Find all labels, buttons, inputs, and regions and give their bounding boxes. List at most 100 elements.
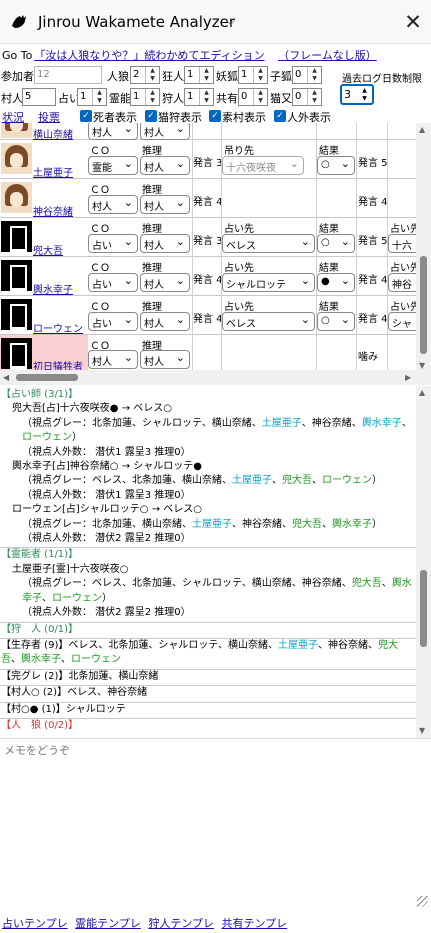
past-log-label: 過去ログ日数制限 <box>342 74 422 85</box>
medium-stepper[interactable]: 1 ▲ ▼ <box>130 88 160 106</box>
target-select-2[interactable]: 神谷 <box>388 273 416 292</box>
goto-link-main[interactable]: 「汝は人狼なりや？」続わかめてエディション <box>34 49 264 62</box>
grid-horizontal-scrollbar[interactable]: ◀ ▶ <box>0 370 416 385</box>
show-nonhuman-checkbox[interactable]: ✓ <box>274 110 286 122</box>
show-cat-hunter-checkbox[interactable]: ✓ <box>145 110 157 122</box>
fox-child-label: 子狐 <box>270 70 292 83</box>
target-select[interactable]: 十六夜咲夜 <box>222 156 304 175</box>
avatar <box>1 338 32 370</box>
grid-vertical-scrollbar[interactable]: ▲ ▼ <box>416 123 431 385</box>
hunter-template-link[interactable]: 狩人テンプレ <box>148 917 214 930</box>
speech-count-2: 発言 4 <box>358 275 388 286</box>
co-select[interactable]: 占い <box>88 234 138 253</box>
co-select[interactable]: 村人 <box>88 195 138 214</box>
seer-template-link[interactable]: 占いテンプレ <box>2 917 68 930</box>
seer-claim-line: 兜大吾[占]十六夜咲夜● → ベレス○ <box>12 403 172 415</box>
scroll-thumb[interactable] <box>420 570 427 647</box>
co-select[interactable]: 占い <box>88 312 138 331</box>
player-name[interactable]: 土屋亜子 <box>33 164 73 179</box>
target-select[interactable]: ベレス <box>222 234 315 253</box>
outside-count: （視点人外数： 潜伏2 露呈2 推理0） <box>22 607 191 619</box>
result-select[interactable]: ○ <box>317 312 355 331</box>
speech-count: 発言 4 <box>193 314 223 325</box>
cat-stepper[interactable]: 0 ▲ ▼ <box>292 88 322 106</box>
medium-header: 【霊能者 (1/1)】 <box>0 547 416 562</box>
reason-label: 推理 <box>142 302 162 313</box>
player-name[interactable]: 横山奈緒 <box>33 126 73 141</box>
cat-label: 猫又 <box>270 92 292 105</box>
madman-label: 狂人 <box>162 70 184 83</box>
analysis-pane: 【占い師 (3/1)】 兜大吾[占]十六夜咲夜● → ベレス○ （視点グレー：北… <box>0 386 416 738</box>
madman-stepper[interactable]: 1 ▲ ▼ <box>184 66 214 84</box>
villager-field[interactable]: 5 <box>22 88 56 106</box>
mason-stepper[interactable]: 0 ▲ ▼ <box>238 88 268 106</box>
scroll-right-icon[interactable]: ▶ <box>405 373 411 382</box>
player-grid: 横山奈緒 村人 村人 発言 土屋亜子 ＣＯ 霊能 推理 村人 発言 3 吊り先 … <box>0 123 416 370</box>
target-select-2[interactable]: シャ <box>388 312 416 331</box>
wolf-header: 【人 狼 (0/2)】 <box>0 717 416 733</box>
result-select[interactable]: ○ <box>317 156 355 175</box>
co-select[interactable]: 村人 <box>88 350 138 369</box>
analysis-vertical-scrollbar[interactable]: ▲ ▼ <box>416 386 431 738</box>
target-select[interactable]: シャルロッテ <box>222 273 315 292</box>
reason-label: 推理 <box>142 185 162 196</box>
reason-select[interactable]: 村人 <box>140 312 190 331</box>
player-row: ローウェン ＣＯ 占い 推理 村人 発言 4 占い先 ベレス 結果 ○ 発言 4… <box>0 296 416 335</box>
divider <box>192 123 193 370</box>
speech-count-2: 発言 4 <box>358 314 388 325</box>
co-label: ＣＯ <box>90 224 110 235</box>
result-label: 結果 <box>319 263 339 274</box>
reason-select[interactable]: 村人 <box>140 123 190 140</box>
show-dead-checkbox[interactable]: ✓ <box>80 110 92 122</box>
past-log-stepper[interactable]: 3 ▲ ▼ <box>340 84 374 105</box>
scroll-down-icon[interactable]: ▼ <box>419 726 425 735</box>
outside-count: （視点人外数： 潜伏1 露呈3 推理0） <box>22 446 191 458</box>
villager-white-line: 【村人○ (2)】ベレス、神谷奈緒 <box>0 685 416 700</box>
co-select[interactable]: 村人 <box>88 123 138 140</box>
scroll-thumb[interactable] <box>420 256 427 354</box>
reason-select[interactable]: 村人 <box>140 273 190 292</box>
speech-count: 発言 3 <box>193 236 223 247</box>
scroll-up-icon[interactable]: ▲ <box>419 125 425 134</box>
wolf-label: 人狼 <box>107 70 129 83</box>
seer-stepper[interactable]: 1 ▲ ▼ <box>77 88 107 106</box>
player-name[interactable]: 輿水幸子 <box>33 281 73 296</box>
villager-label: 村人 <box>1 92 23 105</box>
reason-select[interactable]: 村人 <box>140 234 190 253</box>
reason-select[interactable]: 村人 <box>140 156 190 175</box>
reason-label: 推理 <box>142 263 162 274</box>
player-name[interactable]: 初日犠牲者 <box>33 358 83 370</box>
fox-child-stepper[interactable]: 0 ▲ ▼ <box>292 66 322 84</box>
result-select[interactable]: ○ <box>317 234 355 253</box>
reason-select[interactable]: 村人 <box>140 195 190 214</box>
medium-label: 霊能 <box>109 92 131 105</box>
player-name[interactable]: ローウェン <box>33 320 83 335</box>
chevron-down-icon[interactable]: ⌵ <box>226 14 235 29</box>
player-name[interactable]: 神谷奈緒 <box>33 203 73 218</box>
show-plain-checkbox[interactable]: ✓ <box>209 110 221 122</box>
divine-label-2: 占い先 <box>390 224 416 235</box>
hunter-stepper[interactable]: 1 ▲ ▼ <box>184 88 214 106</box>
close-button[interactable]: ✕ <box>400 9 426 35</box>
goto-link-noframe[interactable]: （フレームなし版） <box>278 49 377 62</box>
resize-grip-icon[interactable] <box>417 896 428 907</box>
hunter-header: 【狩 人 (0/1)】 <box>0 621 416 637</box>
scroll-thumb[interactable] <box>16 374 78 381</box>
co-select[interactable]: 霊能 <box>88 156 138 175</box>
wolf-stepper[interactable]: 2 ▲ ▼ <box>130 66 160 84</box>
scroll-up-icon[interactable]: ▲ <box>419 388 425 397</box>
grey-line: （視点グレー：北条加蓮、シャルロッテ、横山奈緒、土屋亜子、神谷奈緒、輿水幸子、ロ… <box>22 417 412 444</box>
target-select-2[interactable]: 十六 <box>388 234 416 253</box>
reason-select[interactable]: 村人 <box>140 350 190 369</box>
player-name[interactable]: 兜大吾 <box>33 242 63 257</box>
scroll-left-icon[interactable]: ◀ <box>3 373 9 382</box>
result-select[interactable]: ● <box>317 273 355 292</box>
result-label: 結果 <box>319 302 339 313</box>
target-select[interactable]: ベレス <box>222 312 315 331</box>
co-select[interactable]: 占い <box>88 273 138 292</box>
medium-template-link[interactable]: 霊能テンプレ <box>75 917 141 930</box>
fox-stepper[interactable]: 1 ▲ ▼ <box>238 66 268 84</box>
scroll-down-icon[interactable]: ▼ <box>419 361 425 370</box>
memo-textarea[interactable]: メモをどうぞ <box>0 738 431 910</box>
mason-template-link[interactable]: 共有テンプレ <box>222 917 288 930</box>
